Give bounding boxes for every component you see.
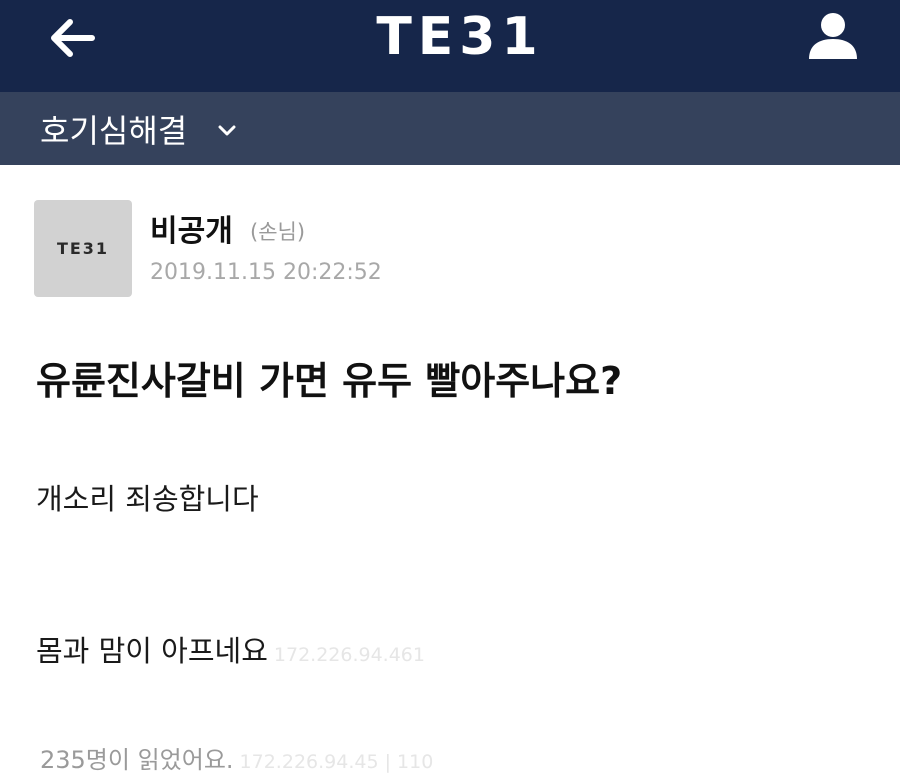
category-label: 호기심해결 <box>40 111 188 150</box>
back-button[interactable] <box>40 10 104 66</box>
post-body-line: 개소리 죄송합니다 <box>36 476 259 518</box>
category-dropdown[interactable]: 호기심해결 <box>40 106 237 152</box>
avatar: TE31 <box>34 200 132 297</box>
read-count-text: 235명이 읽었어요. <box>40 746 234 774</box>
post-title: 유륜진사갈비 가면 유두 빨아주나요? <box>36 359 623 403</box>
chevron-down-icon <box>218 125 236 135</box>
author-info: TE31 비공개 (손님) 2019.11.15 20:22:52 <box>34 200 634 300</box>
logo-text: TE31 <box>376 7 544 67</box>
author-name: 비공개 <box>150 214 233 249</box>
post-date: 2019.11.15 20:22:52 <box>150 260 382 285</box>
post-body-text: 몸과 맘이 아프네요 <box>36 634 268 668</box>
brand-logo[interactable]: TE31 <box>350 7 570 67</box>
profile-button[interactable] <box>800 6 866 66</box>
top-navigation-bar: TE31 <box>0 0 900 92</box>
post-body-line: 몸과 맘이 아프네요 172.226.94.461 <box>36 628 425 670</box>
post-body-text: 개소리 죄송합니다 <box>36 482 259 516</box>
category-bar: 호기심해결 <box>0 92 900 165</box>
avatar-logo: TE31 <box>56 239 110 258</box>
ip-address: 172.226.94.461 <box>273 644 425 666</box>
arrow-left-icon <box>51 19 95 57</box>
read-ip-address: 172.226.94.45 | 110 <box>239 751 434 773</box>
user-icon <box>809 13 857 59</box>
author-role: (손님) <box>250 220 306 244</box>
read-count: 235명이 읽었어요. 172.226.94.45 | 110 <box>40 740 433 775</box>
